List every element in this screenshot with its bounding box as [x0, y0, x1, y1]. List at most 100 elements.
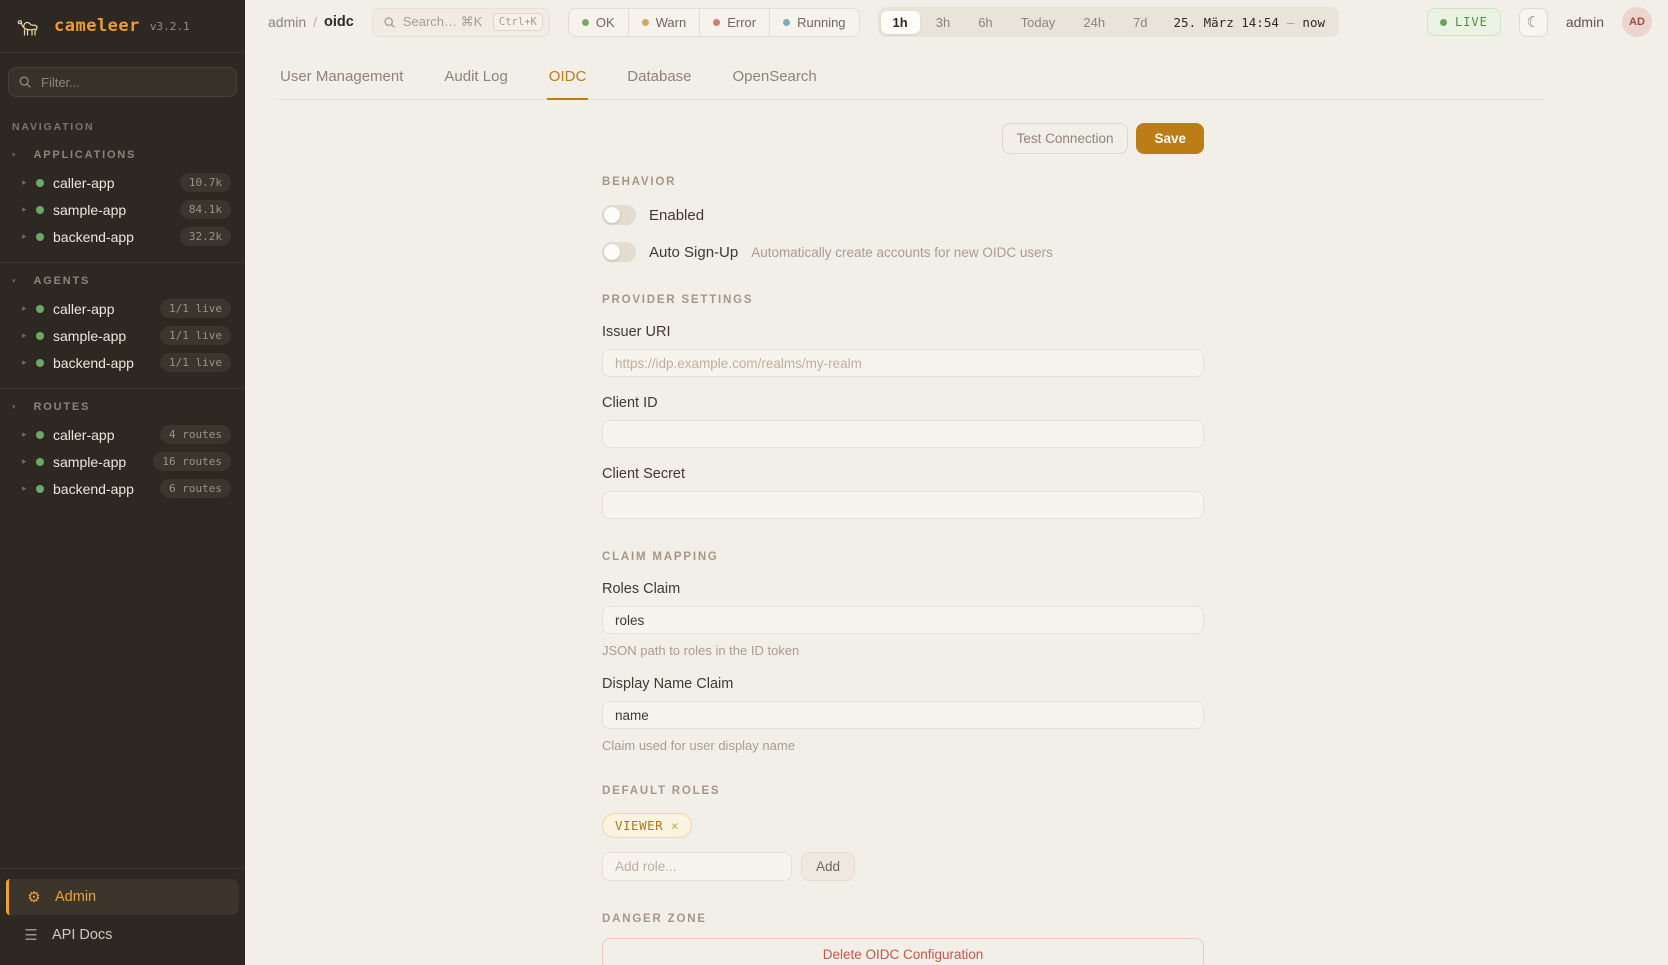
- filter-input[interactable]: [8, 67, 237, 97]
- time-range-7d[interactable]: 7d: [1121, 11, 1159, 34]
- add-role-input[interactable]: [602, 852, 792, 881]
- tab-database[interactable]: Database: [625, 56, 693, 100]
- sidebar-item-routes-caller-app[interactable]: ▸ caller-app 4 routes: [0, 421, 245, 448]
- item-label: backend-app: [53, 229, 180, 245]
- user-name: admin: [1566, 14, 1604, 30]
- breadcrumb-admin[interactable]: admin: [268, 14, 306, 30]
- toggle-label: Auto Sign-Up: [649, 244, 738, 261]
- running-status-dot: [783, 19, 790, 26]
- chevron-down-icon: ▾: [12, 403, 16, 411]
- live-badge[interactable]: LIVE: [1427, 8, 1501, 36]
- status-filter-running[interactable]: Running: [769, 9, 858, 36]
- item-badge: 1/1 live: [160, 326, 231, 345]
- time-display: 25. März 14:54 — now: [1174, 15, 1325, 30]
- form-actions: Test Connection Save: [602, 123, 1204, 154]
- footer-item-label: API Docs: [52, 927, 112, 943]
- group-header-applications[interactable]: ▾ APPLICATIONS: [0, 149, 245, 161]
- status-dot: [36, 485, 44, 493]
- navigation-label: NAVIGATION: [12, 121, 233, 133]
- section-claim-mapping: CLAIM MAPPING Roles Claim JSON path to r…: [602, 551, 1204, 753]
- sidebar-item-applications-backend-app[interactable]: ▸ backend-app 32.2k: [0, 223, 245, 250]
- live-status-dot: [1440, 19, 1447, 26]
- sidebar: cameleer v3.2.1 NAVIGATION ▾ APPLICATION…: [0, 0, 245, 965]
- sidebar-item-applications-caller-app[interactable]: ▸ caller-app 10.7k: [0, 169, 245, 196]
- tab-audit-log[interactable]: Audit Log: [442, 56, 509, 100]
- group-header-routes[interactable]: ▾ ROUTES: [0, 401, 245, 413]
- sidebar-item-api-docs[interactable]: ☰ API Docs: [6, 917, 239, 953]
- tab-oidc[interactable]: OIDC: [547, 56, 589, 100]
- item-badge: 4 routes: [160, 425, 231, 444]
- time-range-1h[interactable]: 1h: [881, 11, 920, 34]
- delete-oidc-configuration-button[interactable]: Delete OIDC Configuration: [602, 938, 1204, 965]
- group-title: APPLICATIONS: [34, 149, 137, 161]
- sidebar-item-agents-backend-app[interactable]: ▸ backend-app 1/1 live: [0, 349, 245, 376]
- avatar[interactable]: AD: [1622, 7, 1652, 37]
- group-header-agents[interactable]: ▾ AGENTS: [0, 275, 245, 287]
- section-title-behavior: BEHAVIOR: [602, 176, 1204, 188]
- client-id-field[interactable]: [602, 420, 1204, 448]
- role-chip-viewer: VIEWER ×: [602, 813, 692, 838]
- tab-opensearch[interactable]: OpenSearch: [731, 56, 819, 100]
- status-filter-ok[interactable]: OK: [569, 9, 628, 36]
- status-dot: [36, 332, 44, 340]
- status-filter-warn[interactable]: Warn: [628, 9, 700, 36]
- status-filter-label: Error: [727, 15, 756, 30]
- footer-item-label: Admin: [55, 889, 96, 905]
- display-name-claim-hint: Claim used for user display name: [602, 738, 1204, 753]
- status-dot: [36, 206, 44, 214]
- search-icon: [383, 16, 396, 29]
- chevron-right-icon: ▸: [22, 303, 36, 314]
- sidebar-item-routes-backend-app[interactable]: ▸ backend-app 6 routes: [0, 475, 245, 502]
- roles-claim-field[interactable]: [602, 606, 1204, 634]
- sidebar-item-agents-sample-app[interactable]: ▸ sample-app 1/1 live: [0, 322, 245, 349]
- sidebar-item-admin[interactable]: ⚙ Admin: [6, 879, 239, 915]
- item-label: caller-app: [53, 301, 160, 317]
- gear-icon: ⚙: [25, 888, 43, 906]
- sidebar-item-agents-caller-app[interactable]: ▸ caller-app 1/1 live: [0, 295, 245, 322]
- app-version: v3.2.1: [150, 20, 190, 33]
- save-button[interactable]: Save: [1136, 123, 1204, 154]
- sidebar-item-routes-sample-app[interactable]: ▸ sample-app 16 routes: [0, 448, 245, 475]
- time-range-24h[interactable]: 24h: [1071, 11, 1117, 34]
- add-role-button[interactable]: Add: [801, 852, 855, 881]
- item-badge: 16 routes: [153, 452, 231, 471]
- status-dot: [36, 233, 44, 241]
- toggle-knob: [604, 207, 620, 223]
- auto-signup-toggle[interactable]: [602, 242, 636, 262]
- time-range-6h[interactable]: 6h: [966, 11, 1004, 34]
- app-root: cameleer v3.2.1 NAVIGATION ▾ APPLICATION…: [0, 0, 1668, 965]
- enabled-toggle[interactable]: [602, 205, 636, 225]
- toggle-description: Automatically create accounts for new OI…: [751, 245, 1053, 260]
- section-title-danger: DANGER ZONE: [602, 913, 1204, 925]
- sidebar-group-applications: ▾ APPLICATIONS ▸ caller-app 10.7k ▸ samp…: [0, 137, 245, 250]
- test-connection-button[interactable]: Test Connection: [1002, 123, 1129, 154]
- theme-toggle-button[interactable]: ☾: [1519, 8, 1548, 37]
- chevron-down-icon: ▾: [12, 151, 16, 159]
- breadcrumb: admin / oidc: [268, 14, 354, 30]
- status-dot: [36, 305, 44, 313]
- display-name-claim-field[interactable]: [602, 701, 1204, 729]
- roles-claim-hint: JSON path to roles in the ID token: [602, 643, 1204, 658]
- display-name-claim-label: Display Name Claim: [602, 676, 1204, 692]
- status-filter-label: Warn: [656, 15, 687, 30]
- global-search-input[interactable]: Search… ⌘K Ctrl+K: [372, 8, 550, 37]
- chevron-down-icon: ▾: [12, 277, 16, 285]
- status-filter-label: OK: [596, 15, 615, 30]
- sidebar-item-applications-sample-app[interactable]: ▸ sample-app 84.1k: [0, 196, 245, 223]
- toggle-label: Enabled: [649, 207, 704, 224]
- close-icon[interactable]: ×: [671, 819, 679, 833]
- client-id-label: Client ID: [602, 395, 1204, 411]
- chevron-right-icon: ▸: [22, 177, 36, 188]
- issuer-uri-label: Issuer URI: [602, 324, 1204, 340]
- time-range-today[interactable]: Today: [1009, 11, 1068, 34]
- warn-status-dot: [642, 19, 649, 26]
- item-label: backend-app: [53, 481, 160, 497]
- issuer-uri-field[interactable]: [602, 349, 1204, 377]
- logo-row: cameleer v3.2.1: [0, 0, 245, 53]
- tab-user-management[interactable]: User Management: [278, 56, 405, 100]
- client-secret-field[interactable]: [602, 491, 1204, 519]
- status-filter-error[interactable]: Error: [699, 9, 769, 36]
- item-label: backend-app: [53, 355, 160, 371]
- item-badge: 6 routes: [160, 479, 231, 498]
- time-range-3h[interactable]: 3h: [924, 11, 962, 34]
